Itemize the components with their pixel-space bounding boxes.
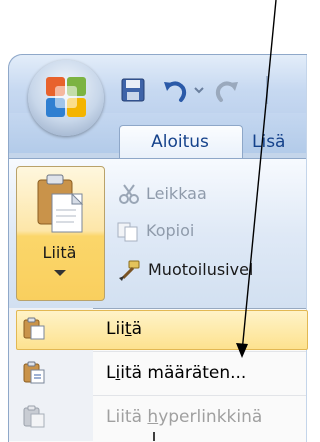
chevron-down-icon[interactable] [193, 76, 205, 104]
tab-home-label: Aloitus [151, 132, 209, 152]
cut-button[interactable]: Leikkaa [146, 184, 207, 203]
menu-item-paste-special-label: Liitä määräten... [106, 363, 247, 383]
paintbrush-icon [119, 260, 140, 281]
undo-icon[interactable] [161, 76, 189, 104]
chevron-down-icon[interactable] [54, 270, 66, 276]
scissors-icon [119, 184, 139, 204]
office-logo-icon [46, 77, 86, 117]
menu-item-paste-label: Liitä [106, 319, 143, 339]
toolbar-divider [266, 76, 268, 104]
format-painter-button[interactable]: Muotoilusivel [148, 260, 253, 279]
save-icon[interactable] [119, 76, 147, 104]
paste-button-label: Liitä [42, 243, 77, 262]
menu-divider [93, 351, 306, 352]
tab-insert[interactable]: Lisä [252, 132, 312, 152]
redo-icon[interactable] [213, 76, 241, 104]
clipboard-paste-icon [23, 317, 45, 340]
clipboard-hyperlink-icon [23, 405, 45, 428]
copy-icon [117, 222, 138, 242]
menu-item-paste[interactable] [16, 310, 308, 350]
menu-divider [93, 395, 306, 396]
clipboard-paste-icon [37, 174, 84, 233]
menu-item-paste-as-hyperlink-label: Liitä hyperlinkkinä [106, 407, 263, 427]
clipboard-paste-special-icon [23, 361, 45, 384]
copy-button[interactable]: Kopioi [146, 221, 194, 240]
